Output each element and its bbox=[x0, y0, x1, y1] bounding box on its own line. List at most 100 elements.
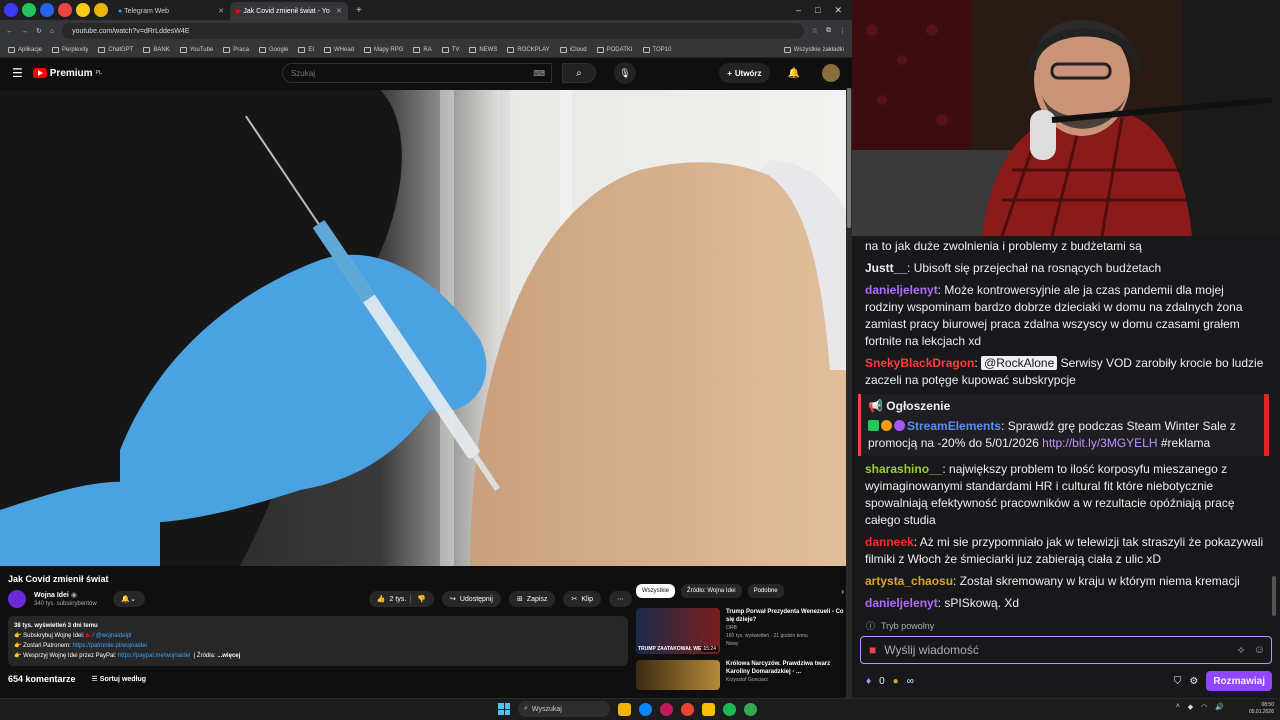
chat-username[interactable]: StreamElements bbox=[907, 419, 1001, 433]
chat-username[interactable]: danieljelenyt bbox=[865, 596, 938, 610]
wifi-icon[interactable]: ◠ bbox=[1201, 703, 1207, 711]
bookmark-item[interactable]: RA bbox=[413, 46, 432, 53]
notifications-bell-icon[interactable]: 🔔 bbox=[788, 68, 800, 79]
taskbar-search[interactable]: ⌕ Wyszukaj bbox=[518, 701, 610, 717]
chat-username[interactable]: sharashino__ bbox=[865, 462, 942, 476]
share-button[interactable]: ↪ Udostępnij bbox=[441, 591, 501, 607]
chat-mention[interactable]: @RockAlone bbox=[981, 356, 1058, 370]
bookmark-item[interactable]: YouTube bbox=[179, 46, 213, 53]
tab-icon-4[interactable] bbox=[58, 3, 72, 17]
recommendation-item[interactable]: Królowa Narcyzów. Prawdziwa twarz Karoli… bbox=[636, 660, 844, 690]
video-player[interactable] bbox=[0, 90, 846, 566]
close-window-icon[interactable]: ✕ bbox=[834, 5, 842, 16]
recommendation-title[interactable]: Trump Porwał Prezydenta Wenezueli - Co s… bbox=[726, 608, 844, 624]
channel-handle-link[interactable]: / @wojnaideipl bbox=[92, 633, 131, 639]
bookmark-item[interactable]: iCloud bbox=[559, 46, 587, 53]
recommendation-thumbnail[interactable] bbox=[636, 660, 720, 690]
search-input[interactable]: Szukaj ⌨ bbox=[281, 63, 552, 83]
tab-telegram[interactable]: ● Telegram Web ✕ bbox=[112, 2, 230, 20]
url-field[interactable]: youtube.com/watch?v=dRrLddesW4E bbox=[62, 23, 804, 39]
chevron-up-icon[interactable]: ˄ bbox=[1176, 703, 1180, 711]
chat-scrollbar[interactable] bbox=[1272, 576, 1276, 616]
recommendation-title[interactable]: Królowa Narcyzów. Prawdziwa twarz Karoli… bbox=[726, 660, 844, 676]
chip-source[interactable]: Źródło: Wojna Idei bbox=[681, 584, 742, 598]
subscription-bell-button[interactable]: 🔔 ⌄ bbox=[112, 591, 145, 607]
home-icon[interactable]: ⌂ bbox=[50, 28, 54, 35]
save-button[interactable]: ⊞ Zapisz bbox=[508, 591, 556, 607]
volume-icon[interactable]: 🔊 bbox=[1215, 703, 1224, 711]
notes-icon[interactable] bbox=[702, 702, 715, 716]
spotify-icon[interactable] bbox=[723, 702, 736, 716]
chat-username[interactable]: Justt__ bbox=[865, 261, 907, 275]
bookmark-item[interactable]: ChatGPT bbox=[98, 46, 133, 53]
bookmark-item[interactable]: TV bbox=[441, 46, 459, 53]
chat-send-button[interactable]: Rozmawiaj bbox=[1206, 671, 1272, 691]
bookmark-item[interactable]: TOP10 bbox=[642, 46, 671, 53]
minimize-icon[interactable]: – bbox=[796, 5, 801, 16]
bits-icon[interactable]: ♦ bbox=[866, 676, 871, 687]
app-icon[interactable] bbox=[660, 702, 673, 716]
maximize-icon[interactable]: □ bbox=[815, 5, 820, 16]
close-icon[interactable]: ✕ bbox=[336, 7, 342, 15]
chip-similar[interactable]: Podobne bbox=[747, 584, 784, 598]
tab-youtube[interactable]: ▶ Jak Covid zmienił świat - Yo ✕ bbox=[230, 2, 348, 20]
tab-icon-6[interactable] bbox=[94, 3, 108, 17]
bookmark-item[interactable]: ROCKPLAY bbox=[507, 46, 550, 53]
announcement-link[interactable]: http://bit.ly/3MGYELH bbox=[1042, 436, 1157, 450]
settings-gear-icon[interactable]: ⚙ bbox=[1189, 676, 1198, 687]
video-description[interactable]: 38 tys. wyświetleń 3 dni temu 👉 Subskryb… bbox=[8, 616, 628, 666]
shield-icon[interactable]: ⛉ bbox=[1174, 676, 1182, 687]
bookmark-item[interactable]: Aplikacje bbox=[8, 46, 42, 53]
chat-username[interactable]: danieljelenyt bbox=[865, 283, 938, 297]
chrome-profile-icon[interactable] bbox=[744, 702, 757, 716]
chat-username[interactable]: danneek bbox=[865, 535, 914, 549]
clock[interactable]: 08:50 05.01.2026 bbox=[1249, 702, 1274, 716]
clip-button[interactable]: ✂ Klip bbox=[563, 591, 601, 607]
chevron-right-icon[interactable]: › bbox=[841, 587, 844, 596]
tab-icon-5[interactable] bbox=[76, 3, 90, 17]
close-icon[interactable]: ✕ bbox=[218, 7, 224, 15]
bookmark-item[interactable]: NEWS bbox=[469, 46, 497, 53]
windows-start-icon[interactable] bbox=[498, 703, 510, 715]
bookmark-item[interactable]: Praca bbox=[223, 46, 249, 53]
chat-username[interactable]: artysta_chaosu bbox=[865, 574, 953, 588]
paypal-link[interactable]: https://paypal.me/wojnaidei bbox=[118, 653, 190, 659]
search-button[interactable]: ⌕ bbox=[561, 63, 596, 83]
reload-icon[interactable]: ↻ bbox=[36, 27, 42, 35]
chat-input[interactable]: ■ Wyślij wiadomość ✧ ☺ bbox=[860, 636, 1272, 664]
menu-dots-icon[interactable]: ⋮ bbox=[839, 27, 846, 35]
bookmark-item[interactable]: Wszystkie zakładki bbox=[783, 46, 844, 53]
keyboard-icon[interactable]: ⌨ bbox=[533, 69, 545, 78]
file-explorer-icon[interactable] bbox=[618, 702, 631, 716]
bookmark-item[interactable]: Google bbox=[258, 46, 288, 53]
edge-icon[interactable] bbox=[639, 702, 652, 716]
more-actions-button[interactable]: ⋯ bbox=[609, 591, 632, 607]
bookmark-item[interactable]: BANK bbox=[143, 46, 170, 53]
scrollbar-thumb[interactable] bbox=[847, 88, 851, 228]
bookmark-item[interactable]: PODATKI bbox=[596, 46, 633, 53]
recommendation-thumbnail[interactable]: TRUMP ZAATAKOWAŁ WEN 15:24 bbox=[636, 608, 720, 654]
star-icon[interactable]: ☆ bbox=[812, 27, 818, 35]
chrome-icon[interactable] bbox=[681, 702, 694, 716]
account-avatar[interactable] bbox=[822, 64, 840, 82]
bookmark-item[interactable]: EI bbox=[298, 46, 314, 53]
tray-app-icon[interactable]: ◆ bbox=[1188, 703, 1193, 711]
show-more-link[interactable]: ...więcej bbox=[217, 653, 240, 659]
tab-icon-1[interactable] bbox=[4, 3, 18, 17]
channel-points-icon[interactable]: ● bbox=[893, 676, 899, 687]
chip-all[interactable]: Wszystkie bbox=[636, 584, 675, 598]
emote-icon[interactable]: ☺ bbox=[1254, 644, 1265, 656]
like-button[interactable]: 👍 2 tys. 👎 bbox=[368, 591, 434, 607]
channel-avatar[interactable] bbox=[8, 590, 26, 608]
chat-username[interactable]: SnekyBlackDragon bbox=[865, 356, 974, 370]
sort-button[interactable]: ☰ Sortuj według bbox=[92, 675, 147, 683]
extensions-icon[interactable]: ⧉ bbox=[826, 27, 831, 35]
tab-icon-3[interactable] bbox=[40, 3, 54, 17]
forward-icon[interactable]: → bbox=[21, 28, 28, 35]
recommendation-item[interactable]: TRUMP ZAATAKOWAŁ WEN 15:24 Trump Porwał … bbox=[636, 608, 844, 654]
create-button[interactable]: + Utwórz bbox=[719, 63, 770, 83]
channel-name[interactable]: Wojna Idei ◉ bbox=[34, 591, 97, 599]
hamburger-icon[interactable]: ☰ bbox=[12, 66, 23, 80]
bookmark-item[interactable]: Mapy RPG bbox=[364, 46, 403, 53]
bookmark-item[interactable]: Perplexity bbox=[52, 46, 88, 53]
